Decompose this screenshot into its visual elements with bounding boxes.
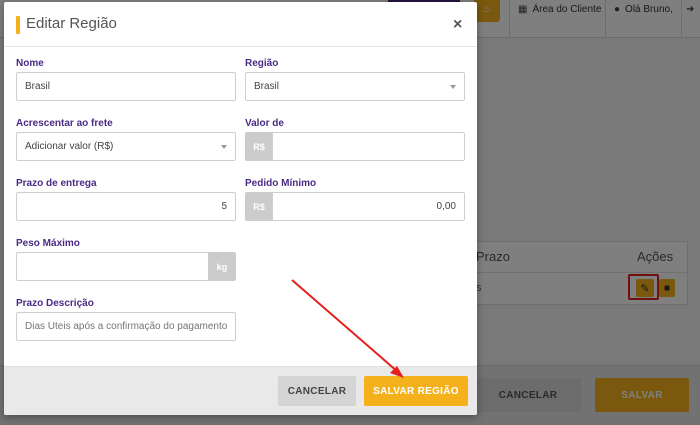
pedido-minimo-input[interactable] bbox=[272, 192, 465, 221]
modal-header: Editar Região × bbox=[4, 2, 477, 47]
prazo-entrega-label: Prazo de entrega bbox=[16, 178, 97, 189]
regiao-label: Região bbox=[245, 58, 279, 69]
chevron-down-icon bbox=[221, 144, 227, 149]
prazo-descricao-label: Prazo Descrição bbox=[16, 298, 94, 309]
nome-label: Nome bbox=[16, 58, 44, 69]
title-accent-bar bbox=[16, 16, 20, 34]
valor-de-label: Valor de bbox=[245, 118, 284, 129]
regiao-select[interactable]: Brasil bbox=[245, 72, 465, 101]
regiao-selected-value: Brasil bbox=[254, 81, 280, 92]
acrescentar-select[interactable]: Adicionar valor (R$) bbox=[16, 132, 236, 161]
chevron-down-icon bbox=[450, 84, 456, 89]
peso-maximo-label: Peso Máximo bbox=[16, 238, 80, 249]
currency-prefix: R$ bbox=[245, 132, 273, 161]
cancel-button[interactable]: CANCELAR bbox=[278, 376, 356, 406]
acrescentar-selected-value: Adicionar valor (R$) bbox=[25, 141, 114, 152]
pedido-minimo-label: Pedido Mínimo bbox=[245, 178, 317, 189]
peso-maximo-input[interactable] bbox=[16, 252, 209, 281]
save-region-button[interactable]: SALVAR REGIÃO bbox=[364, 376, 468, 406]
valor-de-input[interactable] bbox=[272, 132, 465, 161]
modal-title: Editar Região bbox=[26, 15, 117, 32]
weight-unit-suffix: kg bbox=[208, 252, 236, 281]
currency-prefix: R$ bbox=[245, 192, 273, 221]
close-icon[interactable]: × bbox=[453, 16, 462, 34]
acrescentar-label: Acrescentar ao frete bbox=[16, 118, 113, 129]
prazo-descricao-input[interactable] bbox=[16, 312, 236, 341]
prazo-entrega-input[interactable] bbox=[16, 192, 236, 221]
edit-region-modal: Editar Região × Nome Região Brasil Acres… bbox=[4, 2, 477, 415]
nome-input[interactable] bbox=[16, 72, 236, 101]
